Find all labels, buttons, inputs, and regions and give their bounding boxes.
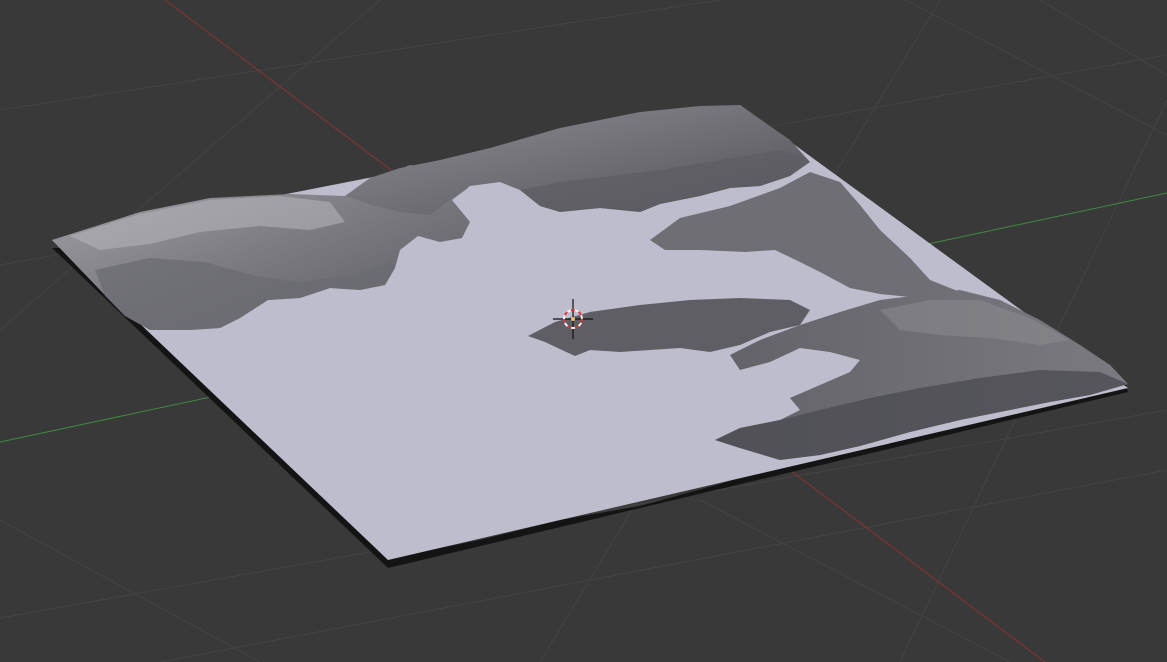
viewport-canvas[interactable] [0, 0, 1167, 662]
3d-viewport[interactable] [0, 0, 1167, 662]
terrain-mesh[interactable] [52, 105, 1128, 568]
